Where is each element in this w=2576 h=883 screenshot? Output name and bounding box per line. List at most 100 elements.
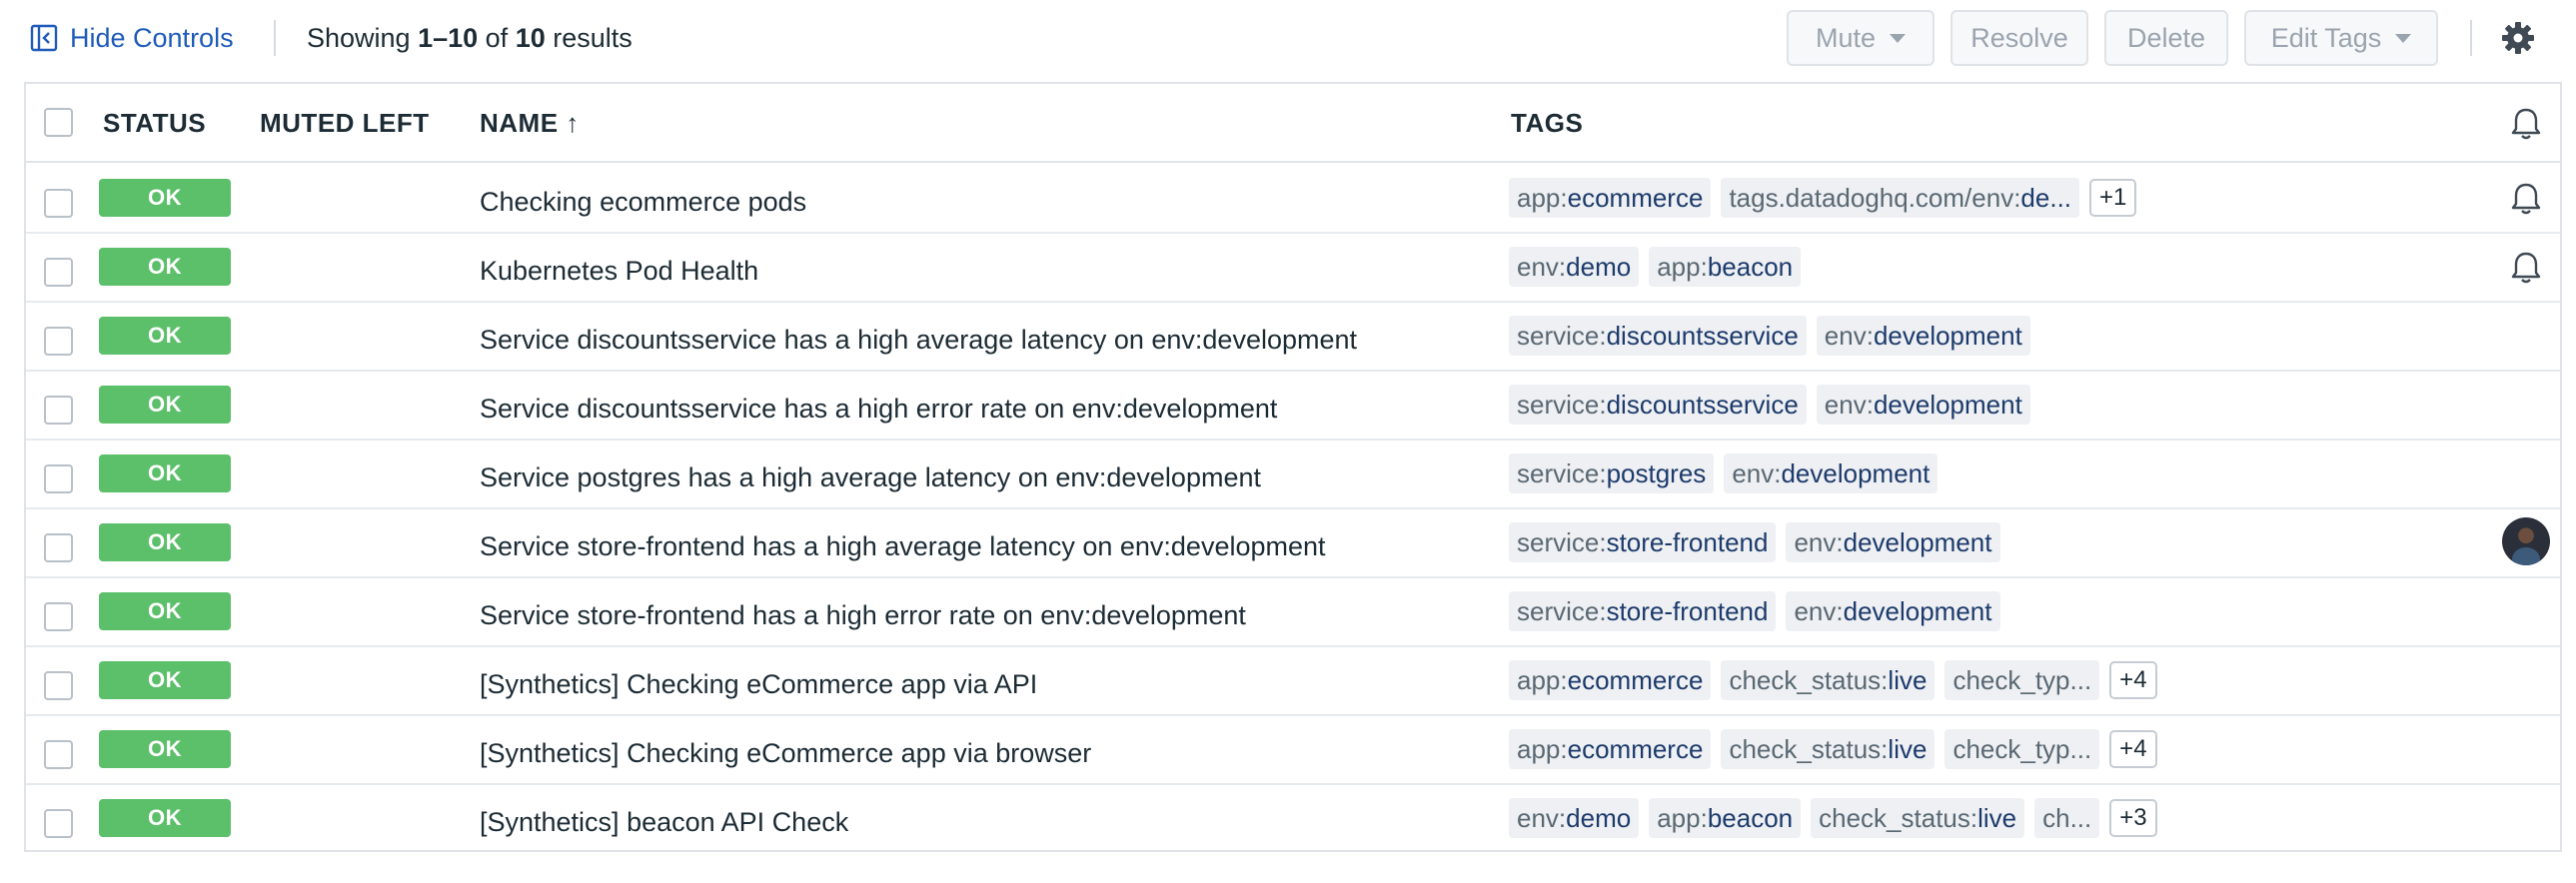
tag-chip[interactable]: check_status:live <box>1721 729 1935 769</box>
row-checkbox[interactable] <box>44 327 73 356</box>
tag-chip[interactable]: app:beacon <box>1649 247 1802 287</box>
tag-chip[interactable]: service:discountsservice <box>1509 385 1807 425</box>
tag-key: app: <box>1517 183 1568 213</box>
row-checkbox[interactable] <box>44 671 73 700</box>
gear-icon[interactable] <box>2500 20 2536 56</box>
tag-chip[interactable]: env:development <box>1724 453 1938 493</box>
more-tags-button[interactable]: +4 <box>2109 661 2157 699</box>
column-status[interactable]: STATUS <box>103 84 206 163</box>
tag-value: live <box>1888 665 1928 695</box>
tag-key: ch... <box>2042 803 2092 833</box>
tag-list: service:discountsservice env:development <box>1509 315 2030 357</box>
row-checkbox[interactable] <box>44 740 73 769</box>
monitors-table: STATUS MUTED LEFT NAME ↑ TAGS OK Checking… <box>24 82 2562 852</box>
status-badge: OK <box>99 799 231 837</box>
table-row[interactable]: OK Service store-frontend has a high aver… <box>26 509 2560 578</box>
tag-chip[interactable]: service:postgres <box>1509 453 1715 493</box>
monitor-name-link[interactable]: [Synthetics] Checking eCommerce app via … <box>480 665 1037 703</box>
row-checkbox[interactable] <box>44 258 73 287</box>
tag-chip[interactable]: service:store-frontend <box>1509 591 1777 631</box>
tag-chip[interactable]: app:ecommerce <box>1509 729 1712 769</box>
tag-key: tags.datadoghq.com/env: <box>1729 183 2021 213</box>
table-row[interactable]: OK [Synthetics] beacon API Check env:demo a… <box>26 785 2560 854</box>
tag-chip[interactable]: check_typ... <box>1944 660 2100 700</box>
tag-chip[interactable]: env:development <box>1786 522 2000 562</box>
select-all-checkbox[interactable] <box>44 108 73 137</box>
more-tags-button[interactable]: +3 <box>2109 799 2157 837</box>
edit-tags-button[interactable]: Edit Tags <box>2244 10 2438 66</box>
edit-tags-label: Edit Tags <box>2270 22 2382 53</box>
column-name[interactable]: NAME ↑ <box>480 84 580 163</box>
tag-value: discountsservice <box>1606 390 1799 420</box>
tag-key: check_status: <box>1819 803 1978 833</box>
more-tags-button[interactable]: +4 <box>2109 730 2157 768</box>
monitor-name-link[interactable]: [Synthetics] beacon API Check <box>480 803 848 841</box>
tag-list: env:demo app:beacon check_status:live ch...… <box>1509 797 2157 839</box>
table-row[interactable]: OK Service store-frontend has a high erro… <box>26 578 2560 647</box>
row-checkbox[interactable] <box>44 464 73 493</box>
more-tags-button[interactable]: +1 <box>2089 179 2137 217</box>
row-checkbox[interactable] <box>44 189 73 218</box>
monitor-name-link[interactable]: Service postgres has a high average late… <box>480 458 1261 496</box>
tag-value: beacon <box>1707 803 1794 833</box>
monitor-name-link[interactable]: Service store-frontend has a high error … <box>480 596 1246 634</box>
tag-chip[interactable]: app:beacon <box>1649 798 1802 838</box>
table-row[interactable]: OK Service postgres has a high average la… <box>26 441 2560 509</box>
status-badge: OK <box>99 248 231 286</box>
tag-chip[interactable]: app:ecommerce <box>1509 660 1712 700</box>
tag-chip[interactable]: ch... <box>2034 798 2100 838</box>
row-checkbox[interactable] <box>44 396 73 425</box>
monitor-name-link[interactable]: Checking ecommerce pods <box>480 183 806 221</box>
tag-value: development <box>1873 321 2022 351</box>
bell-icon[interactable] <box>2508 181 2544 217</box>
row-checkbox[interactable] <box>44 809 73 838</box>
tag-chip[interactable]: service:discountsservice <box>1509 316 1807 356</box>
tag-chip[interactable]: env:demo <box>1509 247 1640 287</box>
tag-key: env: <box>1824 390 1874 420</box>
row-checkbox[interactable] <box>44 533 73 562</box>
tag-chip[interactable]: service:store-frontend <box>1509 522 1777 562</box>
table-row[interactable]: OK [Synthetics] Checking eCommerce app vi… <box>26 647 2560 716</box>
column-tags[interactable]: TAGS <box>1511 84 1583 163</box>
tag-value: ecommerce <box>1567 734 1704 764</box>
resolve-button[interactable]: Resolve <box>1950 10 2088 66</box>
tag-chip[interactable]: check_status:live <box>1721 660 1935 700</box>
tag-value: ecommerce <box>1567 183 1704 213</box>
tag-value: store-frontend <box>1606 527 1769 557</box>
tag-chip[interactable]: env:demo <box>1509 798 1640 838</box>
bell-icon[interactable] <box>2508 106 2544 142</box>
tag-key: service: <box>1517 596 1607 626</box>
tag-key: env: <box>1517 252 1567 282</box>
mute-button[interactable]: Mute <box>1787 10 1934 66</box>
table-row[interactable]: OK Service discountsservice has a high er… <box>26 372 2560 441</box>
hide-controls-button[interactable]: Hide Controls <box>30 22 234 54</box>
monitor-name-link[interactable]: Service discountsservice has a high aver… <box>480 321 1357 359</box>
tag-chip[interactable]: env:development <box>1816 316 2030 356</box>
tag-chip[interactable]: check_typ... <box>1944 729 2100 769</box>
tag-key: app: <box>1517 665 1568 695</box>
monitor-name-link[interactable]: [Synthetics] Checking eCommerce app via … <box>480 734 1091 772</box>
column-muted-left[interactable]: MUTED LEFT <box>260 84 430 163</box>
tag-value: development <box>1843 527 1992 557</box>
tag-chip[interactable]: app:ecommerce <box>1509 178 1712 218</box>
monitor-name-link[interactable]: Service store-frontend has a high averag… <box>480 527 1326 565</box>
tag-chip[interactable]: check_status:live <box>1811 798 2025 838</box>
table-row[interactable]: OK [Synthetics] Checking eCommerce app vi… <box>26 716 2560 785</box>
tag-value: demo <box>1566 803 1632 833</box>
tag-chip[interactable]: tags.datadoghq.com/env:de... <box>1721 178 2080 218</box>
table-row[interactable]: OK Kubernetes Pod Health env:demo app:beaco… <box>26 234 2560 303</box>
tag-chip[interactable]: env:development <box>1816 385 2030 425</box>
table-row[interactable]: OK Checking ecommerce pods app:ecommerce ta… <box>26 165 2560 234</box>
bell-icon[interactable] <box>2508 250 2544 286</box>
tag-list: service:discountsservice env:development <box>1509 384 2030 426</box>
tag-chip[interactable]: env:development <box>1786 591 2000 631</box>
table-row[interactable]: OK Service discountsservice has a high av… <box>26 303 2560 372</box>
row-checkbox[interactable] <box>44 602 73 631</box>
monitor-name-link[interactable]: Service discountsservice has a high erro… <box>480 390 1277 428</box>
avatar[interactable] <box>2502 517 2550 565</box>
hide-controls-label: Hide Controls <box>70 22 234 53</box>
status-badge: OK <box>99 317 231 355</box>
tag-value: demo <box>1566 252 1632 282</box>
monitor-name-link[interactable]: Kubernetes Pod Health <box>480 252 758 290</box>
delete-button[interactable]: Delete <box>2104 10 2228 66</box>
